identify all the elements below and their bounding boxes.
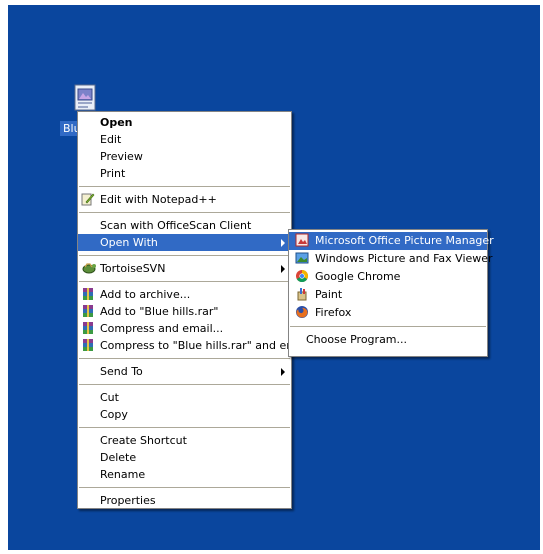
menu-item-label: Firefox bbox=[315, 306, 352, 319]
menu-separator bbox=[79, 255, 290, 256]
menu-item-create-shortcut[interactable]: Create Shortcut bbox=[78, 432, 291, 449]
menu-item-label: Choose Program... bbox=[306, 333, 408, 346]
submenu-item-google-chrome[interactable]: Google Chrome bbox=[289, 268, 487, 286]
menu-item-label: Create Shortcut bbox=[100, 434, 187, 447]
winrar-icon bbox=[81, 287, 97, 303]
winrar-icon bbox=[81, 321, 97, 337]
picture-manager-icon bbox=[295, 233, 311, 249]
menu-item-label: Open bbox=[100, 116, 133, 129]
menu-item-scan-officescan[interactable]: Scan with OfficeScan Client bbox=[78, 217, 291, 234]
submenu-arrow-icon bbox=[281, 265, 285, 273]
menu-item-compress-rar-email[interactable]: Compress to "Blue hills.rar" and email bbox=[78, 337, 310, 354]
menu-item-label: Edit with Notepad++ bbox=[100, 193, 217, 206]
menu-item-delete[interactable]: Delete bbox=[78, 449, 291, 466]
menu-item-add-to-archive[interactable]: Add to archive... bbox=[78, 286, 291, 303]
menu-item-edit[interactable]: Edit bbox=[78, 131, 291, 148]
menu-item-label: Microsoft Office Picture Manager bbox=[315, 234, 494, 247]
menu-item-label: Open With bbox=[100, 236, 158, 249]
picture-fax-viewer-icon bbox=[295, 251, 311, 267]
menu-item-label: Cut bbox=[100, 391, 119, 404]
menu-item-label: Compress and email... bbox=[100, 322, 224, 335]
menu-item-label: Add to archive... bbox=[100, 288, 191, 301]
menu-separator bbox=[79, 358, 290, 359]
menu-separator bbox=[79, 427, 290, 428]
menu-item-label: Preview bbox=[100, 150, 143, 163]
menu-item-preview[interactable]: Preview bbox=[78, 148, 291, 165]
menu-item-tortoisesvn[interactable]: TortoiseSVN bbox=[78, 260, 291, 277]
menu-item-label: Windows Picture and Fax Viewer bbox=[315, 252, 493, 265]
paint-icon bbox=[295, 287, 311, 303]
menu-item-label: Add to "Blue hills.rar" bbox=[100, 305, 219, 318]
menu-item-label: Google Chrome bbox=[315, 270, 401, 283]
menu-item-send-to[interactable]: Send To bbox=[78, 363, 291, 380]
winrar-icon bbox=[81, 304, 97, 320]
menu-item-rename[interactable]: Rename bbox=[78, 466, 291, 483]
menu-item-label: TortoiseSVN bbox=[100, 262, 166, 275]
chrome-icon bbox=[295, 269, 311, 285]
menu-item-copy[interactable]: Copy bbox=[78, 406, 291, 423]
menu-item-add-to-rar[interactable]: Add to "Blue hills.rar" bbox=[78, 303, 291, 320]
submenu-item-firefox[interactable]: Firefox bbox=[289, 304, 487, 322]
menu-item-label: Print bbox=[100, 167, 126, 180]
menu-item-label: Compress to "Blue hills.rar" and email bbox=[100, 339, 310, 352]
menu-item-properties[interactable]: Properties bbox=[78, 492, 291, 509]
menu-item-cut[interactable]: Cut bbox=[78, 389, 291, 406]
menu-item-open-with[interactable]: Open With bbox=[78, 234, 291, 251]
submenu-item-paint[interactable]: Paint bbox=[289, 286, 487, 304]
menu-item-label: Send To bbox=[100, 365, 143, 378]
menu-item-print[interactable]: Print bbox=[78, 165, 291, 182]
menu-item-label: Edit bbox=[100, 133, 122, 146]
submenu-item-picture-manager[interactable]: Microsoft Office Picture Manager bbox=[289, 232, 494, 250]
menu-item-open[interactable]: Open bbox=[78, 114, 291, 131]
menu-separator bbox=[79, 281, 290, 282]
submenu-arrow-icon bbox=[281, 368, 285, 376]
menu-item-label: Scan with OfficeScan Client bbox=[100, 219, 252, 232]
menu-item-label: Delete bbox=[100, 451, 137, 464]
menu-item-label: Copy bbox=[100, 408, 128, 421]
menu-item-label: Paint bbox=[315, 288, 343, 301]
submenu-item-picture-fax-viewer[interactable]: Windows Picture and Fax Viewer bbox=[289, 250, 493, 268]
submenu-arrow-icon bbox=[281, 239, 285, 247]
context-menu: Open Edit Preview Print Edit with Notepa… bbox=[77, 111, 310, 509]
open-with-submenu: Microsoft Office Picture Manager Windows… bbox=[288, 229, 494, 357]
menu-item-edit-notepad[interactable]: Edit with Notepad++ bbox=[78, 191, 291, 208]
submenu-item-choose-program[interactable]: Choose Program... bbox=[289, 331, 487, 349]
menu-separator bbox=[79, 487, 290, 488]
firefox-icon bbox=[295, 305, 311, 321]
menu-item-compress-email[interactable]: Compress and email... bbox=[78, 320, 291, 337]
menu-separator bbox=[79, 384, 290, 385]
tortoisesvn-icon bbox=[81, 261, 97, 277]
image-file-icon[interactable] bbox=[72, 83, 100, 113]
menu-separator bbox=[290, 326, 486, 327]
notepad-plus-plus-icon bbox=[81, 192, 97, 208]
menu-separator bbox=[79, 212, 290, 213]
winrar-icon bbox=[81, 338, 97, 354]
menu-separator bbox=[79, 186, 290, 187]
menu-item-label: Rename bbox=[100, 468, 146, 481]
menu-item-label: Properties bbox=[100, 494, 156, 507]
